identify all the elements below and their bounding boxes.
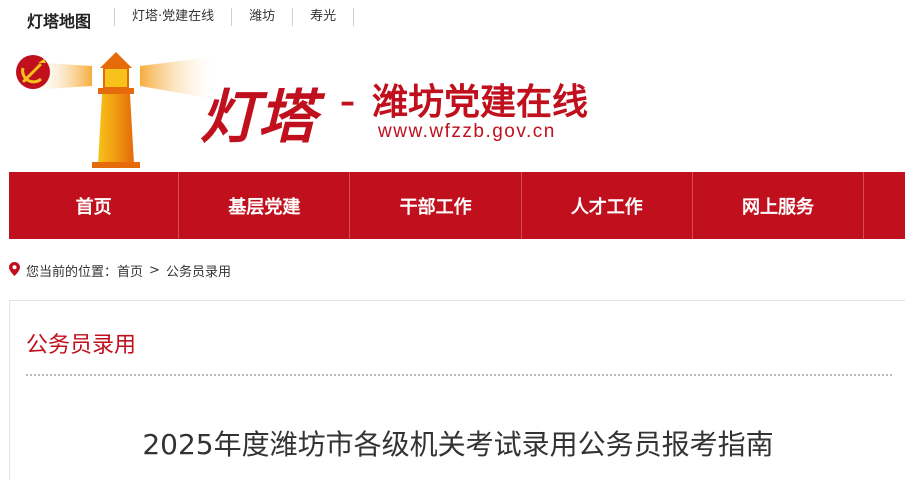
content-panel: 公务员录用 2025年度潍坊市各级机关考试录用公务员报考指南 xyxy=(9,300,905,480)
top-links: 灯塔·党建在线 潍坊 寿光 xyxy=(114,8,355,26)
top-bar: 灯塔地图 灯塔·党建在线 潍坊 寿光 xyxy=(0,0,905,34)
map-pin-icon xyxy=(9,261,20,280)
banner-graphic: 灯塔 – 潍坊党建在线 www.wfzzb.gov.cn xyxy=(16,52,588,168)
breadcrumb-home[interactable]: 首页 xyxy=(117,261,143,280)
main-nav: 首页 基层党建 干部工作 人才工作 网上服务 xyxy=(9,172,905,239)
top-link-dengta[interactable]: 灯塔·党建在线 xyxy=(114,8,231,26)
site-name: 潍坊党建在线 xyxy=(372,81,588,123)
top-link-weifang[interactable]: 潍坊 xyxy=(231,8,292,26)
logo-calligraphy: 灯塔 xyxy=(200,83,326,151)
nav-grassroots[interactable]: 基层党建 xyxy=(179,172,351,239)
party-emblem-icon xyxy=(16,55,50,89)
breadcrumb-separator: > xyxy=(149,263,160,278)
breadcrumb-prefix: 您当前的位置： xyxy=(26,265,118,280)
nav-more[interactable] xyxy=(864,172,905,239)
logo-dash: – xyxy=(340,85,355,120)
nav-home[interactable]: 首页 xyxy=(9,172,180,239)
site-url: www.wfzzb.gov.cn xyxy=(377,121,556,142)
dotted-divider xyxy=(26,374,892,376)
nav-talent-work[interactable]: 人才工作 xyxy=(522,172,693,239)
site-banner[interactable]: 灯塔 – 潍坊党建在线 www.wfzzb.gov.cn xyxy=(0,34,905,172)
lighthouse-icon xyxy=(92,52,140,168)
nav-online-service[interactable]: 网上服务 xyxy=(693,172,865,239)
breadcrumb-current[interactable]: 公务员录用 xyxy=(166,261,231,280)
nav-cadre-work[interactable]: 干部工作 xyxy=(350,172,522,239)
top-link-shouguang[interactable]: 寿光 xyxy=(292,8,355,26)
article-title: 2025年度潍坊市各级机关考试录用公务员报考指南 xyxy=(142,428,774,461)
section-title: 公务员录用 xyxy=(26,333,137,358)
brand-link[interactable]: 灯塔地图 xyxy=(27,8,91,32)
breadcrumb: 您当前的位置： 首页 > 公务员录用 xyxy=(9,261,231,280)
